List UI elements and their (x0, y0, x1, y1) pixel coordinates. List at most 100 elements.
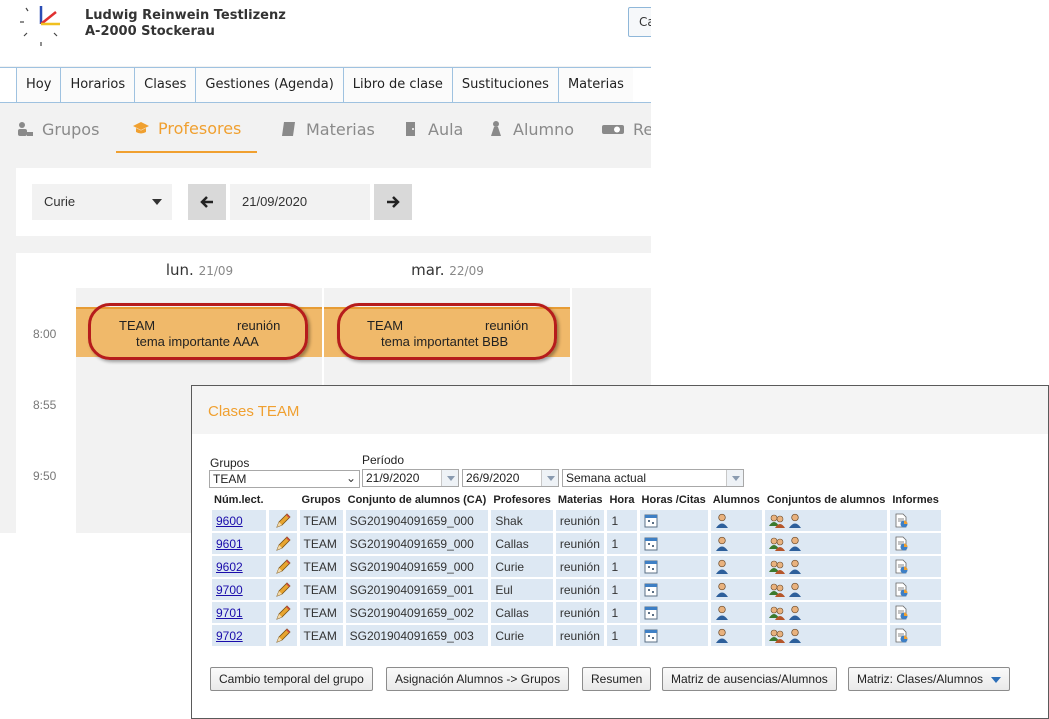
student-icon[interactable] (788, 536, 802, 551)
teacher-select-value: Curie (44, 194, 76, 209)
next-date-button[interactable] (374, 184, 412, 220)
student-group-icon[interactable] (768, 582, 785, 597)
menu-item-libro-de-clase[interactable]: Libro de clase (342, 68, 452, 102)
student-icon[interactable] (715, 559, 729, 574)
tab-grupos[interactable]: Grupos (16, 117, 99, 153)
lesson-topic: tema importante AAA (136, 334, 259, 349)
student-icon[interactable] (788, 605, 802, 620)
student-group-icon[interactable] (768, 513, 785, 528)
student-icon[interactable] (715, 582, 729, 597)
header-button[interactable]: Ca (628, 7, 651, 37)
date-to-field[interactable]: 26/9/2020 (462, 469, 559, 487)
tab-alumno[interactable]: Alumno (487, 117, 574, 153)
tab-profesores[interactable]: Profesores (116, 117, 258, 153)
lesson-number-link[interactable]: 9702 (216, 629, 243, 643)
student-group-icon[interactable] (768, 559, 785, 574)
report-icon[interactable] (894, 513, 909, 527)
lesson-number-link[interactable]: 9601 (216, 537, 243, 551)
pencil-icon[interactable] (274, 604, 292, 620)
lesson-number-link[interactable]: 9701 (216, 606, 243, 620)
column-header[interactable]: Profesores (491, 492, 553, 508)
calendar-icon[interactable] (644, 513, 658, 528)
teacher-select[interactable]: Curie (32, 184, 172, 220)
assign-students-to-groups-button[interactable]: Asignación Alumnos -> Grupos (386, 667, 570, 691)
student-icon[interactable] (715, 536, 729, 551)
report-icon[interactable] (894, 536, 909, 550)
column-header[interactable]: Horas /Citas (639, 492, 708, 508)
students-cell (710, 602, 762, 623)
dropdown-arrow-icon[interactable] (726, 470, 743, 486)
column-header[interactable]: Informes (890, 492, 941, 508)
tab-recursos[interactable]: Re (601, 117, 651, 153)
column-header[interactable]: Materias (555, 492, 605, 508)
student-group-icon[interactable] (768, 628, 785, 643)
previous-date-button[interactable] (188, 184, 226, 220)
student-icon[interactable] (788, 513, 802, 528)
column-header[interactable]: Conjunto de alumnos (CA) (345, 492, 489, 508)
calendar-icon[interactable] (644, 559, 658, 574)
menu-item-horarios[interactable]: Horarios (60, 68, 135, 102)
student-group-icon[interactable] (768, 536, 785, 551)
edit-cell (268, 556, 297, 577)
calendar-icon[interactable] (644, 582, 658, 597)
student-icon[interactable] (715, 628, 729, 643)
lesson-card-monday[interactable]: TEAM reunión tema importante AAA (76, 303, 322, 360)
subject-cell: reunión (555, 602, 605, 623)
menu-item-gestiones[interactable]: Gestiones (Agenda) (195, 68, 343, 102)
student-set-cell: SG201904091659_001 (345, 579, 489, 600)
school-address: A-2000 Stockerau (85, 24, 215, 39)
group-cell: TEAM (299, 556, 343, 577)
edit-cell (268, 510, 297, 531)
arrow-left-icon (200, 196, 213, 208)
calendar-icon[interactable] (644, 536, 658, 551)
lesson-number-link[interactable]: 9600 (216, 514, 243, 528)
calendar-dropdown-icon[interactable] (541, 470, 558, 486)
lesson-number-link[interactable]: 9700 (216, 583, 243, 597)
menu-item-sustituciones[interactable]: Sustituciones (451, 68, 558, 102)
pencil-icon[interactable] (274, 535, 292, 551)
summary-button[interactable]: Resumen (582, 667, 652, 691)
temporary-group-change-button[interactable]: Cambio temporal del grupo (210, 667, 373, 691)
pencil-icon[interactable] (274, 627, 292, 643)
report-icon[interactable] (894, 559, 909, 573)
lesson-number-link[interactable]: 9602 (216, 560, 243, 574)
calendar-icon[interactable] (644, 605, 658, 620)
calendar-icon[interactable] (644, 628, 658, 643)
column-header[interactable]: Grupos (299, 492, 343, 508)
menu-item-materias[interactable]: Materias (557, 68, 633, 102)
date-field[interactable]: 21/09/2020 (230, 184, 370, 220)
student-icon[interactable] (788, 628, 802, 643)
student-icon[interactable] (715, 513, 729, 528)
menu-item-clases[interactable]: Clases (134, 68, 196, 102)
tab-aula[interactable]: Aula (402, 117, 463, 153)
student-icon[interactable] (788, 559, 802, 574)
report-icon[interactable] (894, 628, 909, 642)
pencil-icon[interactable] (274, 581, 292, 597)
calendar-dropdown-icon[interactable] (441, 470, 458, 486)
lesson-group: TEAM (119, 318, 156, 333)
pencil-icon[interactable] (274, 512, 292, 528)
absence-matrix-button[interactable]: Matriz de ausencias/Alumnos (662, 667, 837, 691)
pencil-icon[interactable] (274, 558, 292, 574)
tab-materias[interactable]: Materias (280, 117, 375, 153)
student-icon[interactable] (788, 582, 802, 597)
appointments-cell (639, 625, 708, 646)
lesson-number-cell: 9702 (212, 625, 266, 646)
menu-item-hoy[interactable]: Hoy (16, 68, 61, 102)
student-group-icon[interactable] (768, 605, 785, 620)
period-mode-select[interactable]: Semana actual (562, 469, 744, 487)
column-header[interactable]: Hora (607, 492, 637, 508)
hours-cell: 1 (607, 556, 637, 577)
hours-cell: 1 (607, 625, 637, 646)
column-header[interactable]: Núm.lect. (212, 492, 266, 508)
class-student-matrix-button[interactable]: Matriz: Clases/Alumnos (848, 667, 1011, 691)
student-icon[interactable] (715, 605, 729, 620)
dropdown-arrow-icon[interactable] (991, 676, 1002, 683)
column-header[interactable]: Conjuntos de alumnos (764, 492, 888, 508)
date-from-field[interactable]: 21/9/2020 (362, 469, 459, 487)
lesson-card-tuesday[interactable]: TEAM reunión tema importantet BBB (324, 303, 570, 360)
column-header[interactable]: Alumnos (710, 492, 762, 508)
grupos-select[interactable]: TEAM ⌄ (209, 470, 360, 488)
report-icon[interactable] (894, 605, 909, 619)
report-icon[interactable] (894, 582, 909, 596)
